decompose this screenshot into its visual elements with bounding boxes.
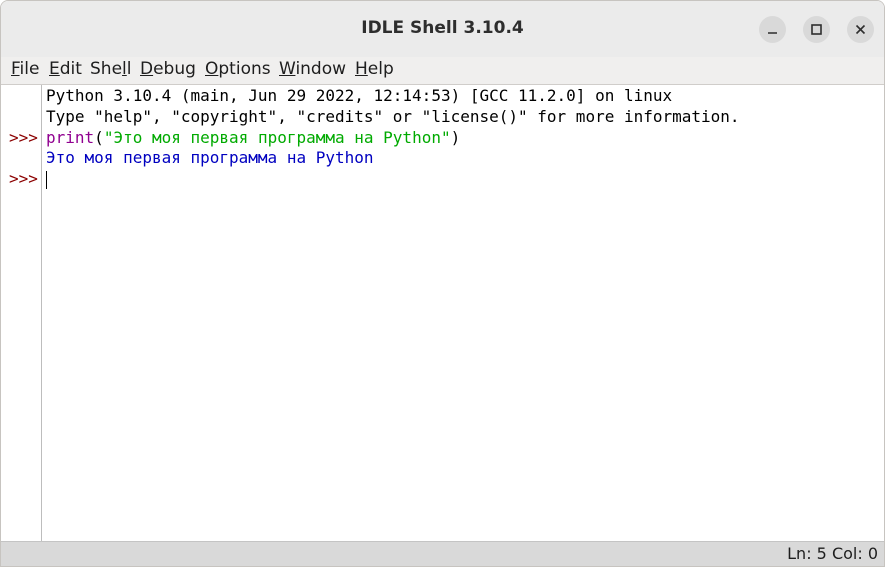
stdout-line: Это моя первая программа на Python	[46, 148, 374, 167]
menu-help[interactable]: Help	[355, 59, 394, 79]
input-line: print("Это моя первая программа на Pytho…	[46, 128, 461, 147]
banner-line-1: Python 3.10.4 (main, Jun 29 2022, 12:14:…	[46, 86, 673, 105]
builtin-print: print	[46, 128, 95, 147]
menu-debug[interactable]: Debug	[140, 59, 196, 79]
title-bar[interactable]: IDLE Shell 3.10.4	[1, 1, 884, 58]
prompt-gutter	[1, 85, 42, 541]
menu-shell[interactable]: Shell	[90, 59, 132, 79]
shell-prompt-current: >>>	[9, 169, 38, 188]
menu-file[interactable]: File	[11, 59, 39, 79]
banner-line-2: Type "help", "copyright", "credits" or "…	[46, 107, 740, 126]
status-bar: Ln: 5 Col: 0	[1, 541, 884, 566]
maximize-button[interactable]	[803, 16, 830, 43]
idle-shell-window: IDLE Shell 3.10.4 File Edit Shell Debug …	[0, 0, 885, 567]
menu-edit[interactable]: Edit	[49, 59, 82, 79]
close-icon	[855, 24, 866, 35]
cursor-position: Ln: 5 Col: 0	[787, 544, 878, 563]
minimize-icon	[768, 32, 777, 34]
close-button[interactable]	[847, 16, 874, 43]
shell-prompt: >>>	[9, 128, 38, 147]
string-literal: "Это моя первая программа на Python"	[103, 128, 451, 147]
menu-bar: File Edit Shell Debug Options Window Hel…	[1, 57, 884, 85]
menu-window[interactable]: Window	[279, 59, 346, 79]
shell-text-area[interactable]: Python 3.10.4 (main, Jun 29 2022, 12:14:…	[1, 85, 884, 541]
text-cursor	[46, 171, 47, 189]
menu-options[interactable]: Options	[205, 59, 271, 79]
window-title: IDLE Shell 3.10.4	[361, 18, 524, 38]
minimize-button[interactable]	[759, 16, 786, 43]
maximize-icon	[811, 24, 822, 35]
